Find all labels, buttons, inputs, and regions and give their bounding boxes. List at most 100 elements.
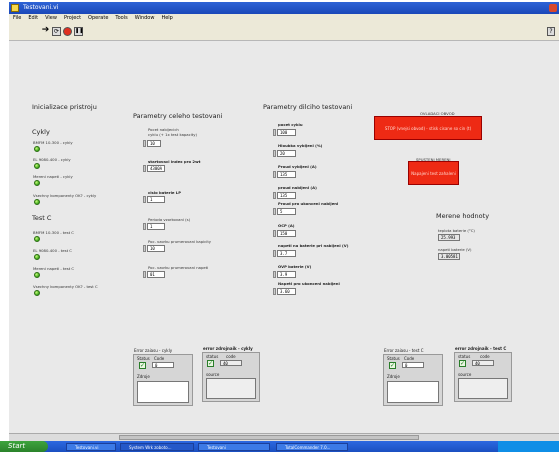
- menu-help[interactable]: Help: [161, 15, 172, 21]
- end-voltage-input[interactable]: 3.60: [277, 288, 296, 295]
- spinner-icon[interactable]: [273, 129, 276, 136]
- menu-bar: File Edit View Project Operate Tools Window Hel…: [9, 14, 559, 23]
- code-label: Code: [154, 356, 165, 361]
- spinner-icon[interactable]: [143, 140, 146, 147]
- capacity-avg-input[interactable]: 10: [147, 245, 165, 252]
- test-led: [34, 254, 40, 260]
- menu-operate[interactable]: Operate: [88, 15, 108, 21]
- menu-edit[interactable]: Edit: [28, 15, 38, 21]
- spinner-icon[interactable]: [273, 208, 276, 215]
- discharge-current-input[interactable]: 135: [277, 171, 296, 178]
- temp-label: teplota baterie (°C): [438, 228, 475, 233]
- volt-value: 3.00581: [438, 253, 460, 260]
- voltage-avg-input[interactable]: 01: [147, 271, 165, 278]
- cycle-item-label: Vsechny komponenty OK? - cykly: [33, 193, 97, 198]
- spinner-icon[interactable]: [273, 288, 276, 295]
- task-item[interactable]: Testovani.vi: [66, 443, 116, 451]
- code-label: code: [480, 354, 490, 359]
- task-item[interactable]: System Wrk zoboto...: [120, 443, 194, 451]
- toolbar: ➔ ⟳ ❚❚ ?: [9, 23, 559, 41]
- battery-number-input[interactable]: 1: [147, 196, 165, 203]
- test-led: [34, 272, 40, 278]
- help-icon[interactable]: ?: [547, 27, 555, 36]
- abort-icon[interactable]: [63, 27, 72, 36]
- cycle-led: [34, 199, 40, 205]
- ovp-input[interactable]: 3.9: [277, 271, 296, 278]
- partial-field-label: Hloubka vybijeni (%): [278, 143, 323, 148]
- partial-field-label: proud nabijeni (A): [278, 185, 317, 190]
- partial-field-label: OCP (A): [278, 223, 295, 228]
- source-field[interactable]: [137, 381, 189, 403]
- spinner-icon[interactable]: [143, 165, 146, 172]
- task-item[interactable]: Testovani: [198, 443, 270, 451]
- status-check-icon: ✓: [459, 360, 466, 367]
- run-continuous-icon[interactable]: ⟳: [52, 27, 61, 36]
- start-button[interactable]: Start: [0, 441, 48, 452]
- error-out-cluster-title: error zdrojnaik - test C: [455, 346, 507, 351]
- start-measure-button[interactable]: Napajeni test zahaleni: [408, 161, 459, 185]
- menu-view[interactable]: View: [45, 15, 57, 21]
- cycles-count-input[interactable]: 10: [147, 140, 161, 147]
- depth-input[interactable]: 20: [277, 150, 296, 157]
- spinner-icon[interactable]: [273, 192, 276, 199]
- close-button[interactable]: [549, 4, 557, 12]
- menu-tools[interactable]: Tools: [115, 15, 127, 21]
- cycles-heading: Cykly: [32, 128, 50, 136]
- code-field[interactable]: 0: [402, 362, 424, 368]
- error-in-cluster-title: Error zaiasu - test C: [384, 348, 424, 353]
- error-in-cluster-title: Error zaiasu - cykly: [134, 348, 173, 353]
- sample-period-input[interactable]: 1: [147, 223, 165, 230]
- system-tray: [498, 441, 559, 452]
- status-label: status: [458, 354, 471, 359]
- partial-field-label: napeti na baterie pri nabijeni (V): [278, 243, 349, 248]
- stop-button[interactable]: STOP (vnejsi obvod) - stisk cisane so ci…: [374, 116, 482, 140]
- spinner-icon[interactable]: [273, 230, 276, 237]
- spinner-icon[interactable]: [143, 271, 146, 278]
- spinner-icon[interactable]: [273, 171, 276, 178]
- cycle-led: [34, 163, 40, 169]
- test-item-label: Mereni napeti - test C: [33, 266, 75, 271]
- start-index-input[interactable]: 4300A: [147, 165, 165, 172]
- code-field[interactable]: 0: [152, 362, 174, 368]
- app-icon: [11, 4, 19, 12]
- global-field-label: Pocet nabijecich cyklu (+ 1x test kapaci…: [148, 127, 197, 137]
- code-label: Code: [404, 356, 415, 361]
- end-current-input[interactable]: 5: [277, 208, 296, 215]
- ocp-input[interactable]: 150: [277, 230, 296, 237]
- global-field-label: Perioda vzorkovani (s): [148, 217, 191, 222]
- partial-field-label: Proud pro ukonceni nabijeni: [278, 201, 339, 206]
- test-item-label: EL 9080-400 - test C: [33, 248, 72, 253]
- status-check-icon[interactable]: ✓: [389, 362, 396, 369]
- measured-heading: Merene hodnoty: [436, 212, 490, 220]
- scrollbar-thumb[interactable]: [119, 435, 419, 440]
- source-field[interactable]: [387, 381, 439, 403]
- status-check-icon: ✓: [207, 360, 214, 367]
- spinner-icon[interactable]: [143, 223, 146, 230]
- global-field-label: Poc. vzorku prumerovani kapicity: [148, 239, 212, 244]
- status-check-icon[interactable]: ✓: [139, 362, 146, 369]
- cycle-item-label: EL 9080-400 - cykly: [33, 157, 71, 162]
- spinner-icon[interactable]: [273, 271, 276, 278]
- task-item[interactable]: TotalCommander 7.0...: [276, 443, 348, 451]
- charge-current-input[interactable]: 135: [277, 192, 296, 199]
- cycles-input[interactable]: 100: [277, 129, 296, 136]
- run-arrow-icon[interactable]: ➔: [41, 26, 50, 36]
- global-field-label: startovaci index pro 2wt: [148, 159, 201, 164]
- menu-project[interactable]: Project: [64, 15, 81, 21]
- menu-file[interactable]: File: [13, 15, 21, 21]
- init-heading: Inicializace pristroju: [32, 103, 97, 111]
- charge-voltage-input[interactable]: 3.7: [277, 250, 296, 257]
- pause-icon[interactable]: ❚❚: [74, 27, 83, 36]
- spinner-icon[interactable]: [273, 150, 276, 157]
- code-label: code: [226, 354, 236, 359]
- horizontal-scrollbar[interactable]: [9, 433, 559, 441]
- partial-field-label: OVP baterie (V): [278, 264, 312, 269]
- menu-window[interactable]: Window: [135, 15, 155, 21]
- source-label: source: [458, 372, 472, 377]
- spinner-icon[interactable]: [273, 250, 276, 257]
- spinner-icon[interactable]: [143, 196, 146, 203]
- spinner-icon[interactable]: [143, 245, 146, 252]
- partial-field-label: Proud vybijeni (A): [278, 164, 317, 169]
- source-label: source: [206, 372, 220, 377]
- global-field-label: cislo baterie LP: [148, 190, 181, 195]
